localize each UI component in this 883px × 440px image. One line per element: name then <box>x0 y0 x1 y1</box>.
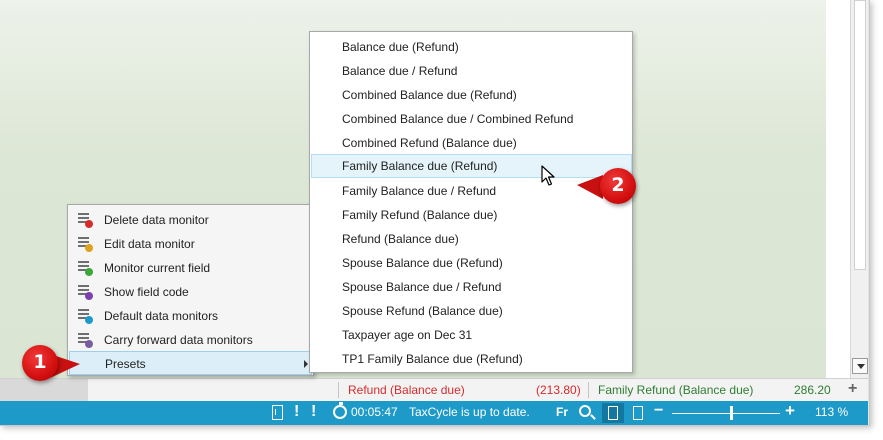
page-view-icon <box>633 406 643 420</box>
preset-label: Family Balance due / Refund <box>342 184 497 198</box>
mouse-pointer-icon <box>541 165 555 186</box>
preset-item[interactable]: Combined Balance due (Refund) <box>311 83 632 107</box>
preset-item[interactable]: Combined Balance due / Combined Refund <box>311 107 632 131</box>
preset-item[interactable]: Combined Refund (Balance due) <box>311 131 632 155</box>
preset-item[interactable]: Spouse Balance due / Refund <box>311 275 632 299</box>
menu-item-carry-forward-data-monitors[interactable]: Carry forward data monitors <box>69 328 312 352</box>
stopwatch-icon[interactable] <box>333 402 347 419</box>
preset-label: Family Balance due (Refund) <box>342 159 498 173</box>
callout-1-number: 1 <box>33 351 47 373</box>
preset-label: Spouse Balance due / Refund <box>342 280 502 294</box>
search-icon[interactable] <box>579 405 591 417</box>
callout-2-number: 2 <box>611 174 625 196</box>
monitor1-label[interactable]: Refund (Balance due) <box>348 383 465 397</box>
menu-item-presets[interactable]: Presets <box>69 351 312 375</box>
language-toggle[interactable]: Fr <box>556 405 568 419</box>
monitor1-value[interactable]: (213.80) <box>536 383 581 397</box>
monitor2-label[interactable]: Family Refund (Balance due) <box>598 383 753 397</box>
show-field-code-icon <box>77 284 93 300</box>
menu-item-label: Carry forward data monitors <box>104 333 253 347</box>
menu-item-label: Monitor current field <box>104 261 211 275</box>
warning-icon[interactable]: ! <box>294 403 299 421</box>
menu-item-label: Default data monitors <box>104 309 219 323</box>
preset-item[interactable]: Spouse Refund (Balance due) <box>311 299 632 323</box>
menu-item-label: Delete data monitor <box>104 213 209 227</box>
submenu-arrow-icon <box>304 360 308 368</box>
preset-label: TP1 Family Balance due (Refund) <box>342 352 523 366</box>
zoom-level[interactable]: 113 % <box>815 405 848 419</box>
zoom-in-button[interactable]: + <box>785 401 795 421</box>
add-monitor-button[interactable]: + <box>848 380 857 398</box>
monitor-separator <box>588 382 589 398</box>
preset-item[interactable]: Family Refund (Balance due) <box>311 203 632 227</box>
menu-item-monitor-current-field[interactable]: Monitor current field <box>69 256 312 280</box>
menu-item-delete-data-monitor[interactable]: Delete data monitor <box>69 208 312 232</box>
monitor-bar-left-panel <box>0 379 88 401</box>
scrollbar-thumb[interactable] <box>854 0 866 270</box>
callout-2: 2 <box>600 168 636 204</box>
default-monitors-icon <box>77 308 93 324</box>
right-gutter <box>826 0 850 378</box>
menu-item-label: Edit data monitor <box>104 237 195 251</box>
preset-label: Refund (Balance due) <box>342 232 459 246</box>
menu-item-edit-data-monitor[interactable]: Edit data monitor <box>69 232 312 256</box>
preset-item[interactable]: Balance due / Refund <box>311 59 632 83</box>
data-monitor-bar: Refund (Balance due) (213.80) Family Ref… <box>0 378 868 401</box>
add-monitor-icon <box>77 260 93 276</box>
scroll-down-arrow-icon[interactable] <box>852 358 868 374</box>
monitor2-value[interactable]: 286.20 <box>794 383 831 397</box>
page-view-button[interactable] <box>627 403 649 423</box>
edit-monitor-icon <box>77 236 93 252</box>
preset-item[interactable]: Balance due (Refund) <box>311 35 632 59</box>
zoom-slider-track[interactable] <box>672 413 780 414</box>
preset-label: Combined Balance due / Combined Refund <box>342 112 574 126</box>
review-icon[interactable]: ! <box>311 403 316 421</box>
data-monitor-context-menu: Delete data monitor Edit data monitor Mo… <box>67 204 314 376</box>
form-view-button[interactable] <box>602 403 624 423</box>
delete-monitor-icon <box>77 212 93 228</box>
preset-item[interactable]: TP1 Family Balance due (Refund) <box>311 347 632 371</box>
zoom-out-button[interactable]: − <box>654 402 663 420</box>
vertical-scrollbar[interactable] <box>850 0 868 378</box>
preset-item[interactable]: Refund (Balance due) <box>311 227 632 251</box>
menu-item-default-data-monitors[interactable]: Default data monitors <box>69 304 312 328</box>
presets-submenu: Balance due (Refund) Balance due / Refun… <box>309 31 633 373</box>
document-icon[interactable] <box>272 405 283 420</box>
preset-label: Spouse Refund (Balance due) <box>342 304 503 318</box>
zoom-slider-thumb[interactable] <box>730 406 733 420</box>
form-view-icon <box>608 406 618 420</box>
preset-label: Taxpayer age on Dec 31 <box>342 328 473 342</box>
preset-label: Combined Balance due (Refund) <box>342 88 517 102</box>
callout-1: 1 <box>22 345 58 381</box>
monitor-separator <box>338 382 339 398</box>
menu-item-label: Presets <box>105 357 146 371</box>
menu-item-show-field-code[interactable]: Show field code <box>69 280 312 304</box>
timer-text[interactable]: 00:05:47 <box>351 405 398 419</box>
preset-label: Spouse Balance due (Refund) <box>342 256 503 270</box>
preset-item[interactable]: Taxpayer age on Dec 31 <box>311 323 632 347</box>
status-bar: ! ! 00:05:47 TaxCycle is up to date. Fr … <box>0 401 868 425</box>
preset-label: Combined Refund (Balance due) <box>342 136 517 150</box>
preset-label: Balance due (Refund) <box>342 40 459 54</box>
preset-label: Family Refund (Balance due) <box>342 208 498 222</box>
preset-label: Balance due / Refund <box>342 64 458 78</box>
preset-item[interactable]: Spouse Balance due (Refund) <box>311 251 632 275</box>
menu-item-label: Show field code <box>104 285 189 299</box>
carry-forward-icon <box>77 332 93 348</box>
update-status-text: TaxCycle is up to date. <box>409 405 530 419</box>
